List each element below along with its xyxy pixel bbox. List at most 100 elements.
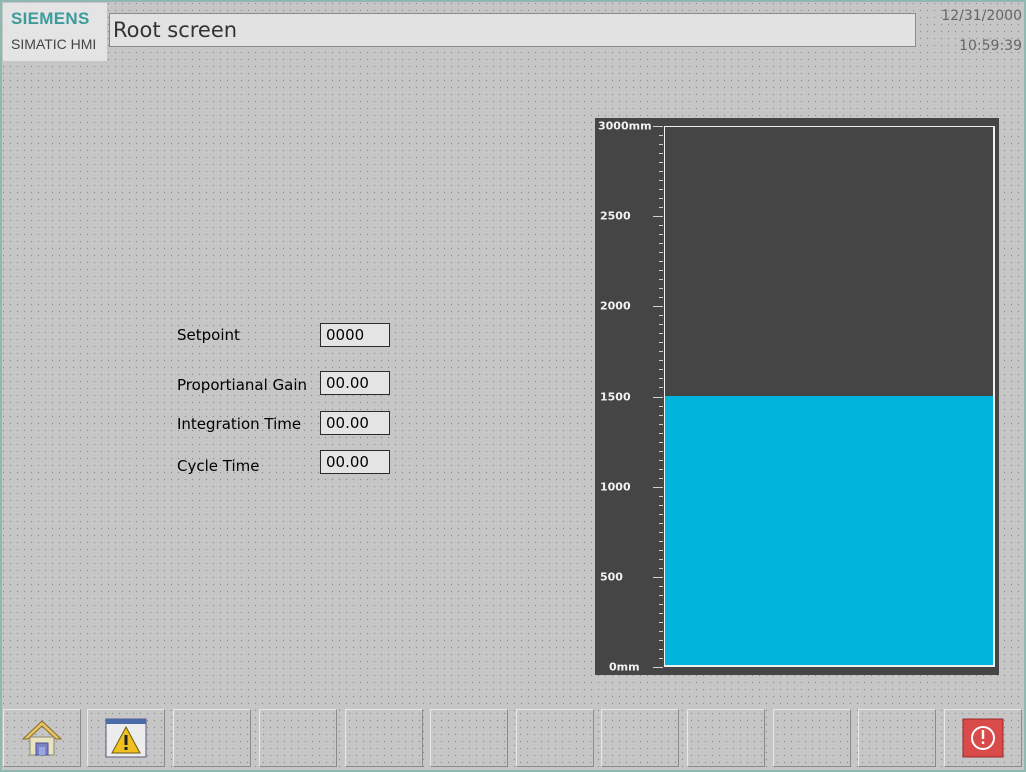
scale-label: 2000 (600, 299, 631, 313)
scale-tick (659, 387, 663, 388)
scale-tick (659, 261, 663, 262)
scale-tick (659, 270, 663, 271)
scale-tick (653, 126, 663, 127)
scale-tick (659, 153, 663, 154)
time-display: 10:59:39 (959, 38, 1022, 54)
scale-tick (659, 478, 663, 479)
cycle-time-label: Cycle Time (177, 457, 260, 475)
scale-tick (653, 667, 663, 668)
scale-tick (659, 523, 663, 524)
scale-tick (659, 442, 663, 443)
scale-tick (659, 288, 663, 289)
scale-tick (659, 586, 663, 587)
scale-tick (659, 135, 663, 136)
screen-title-bar: Root screen (109, 13, 916, 47)
function-key-3[interactable] (173, 709, 251, 767)
scale-tick (659, 514, 663, 515)
scale-tick (659, 451, 663, 452)
scale-tick (659, 550, 663, 551)
alarm-button[interactable] (87, 709, 165, 767)
function-key-7[interactable] (516, 709, 594, 767)
scale-tick (659, 234, 663, 235)
scale-tick (659, 541, 663, 542)
stop-button[interactable] (944, 709, 1022, 767)
function-key-5[interactable] (345, 709, 423, 767)
scale-tick (659, 595, 663, 596)
function-key-10[interactable] (773, 709, 851, 767)
scale-tick (659, 649, 663, 650)
scale-label: 3000mm (598, 119, 652, 133)
scale-label: 1500 (600, 390, 631, 403)
scale-tick (659, 315, 663, 316)
scale-label: 2500 (600, 209, 631, 223)
function-key-11[interactable] (858, 709, 936, 767)
scale-tick (659, 279, 663, 280)
scale-tick (659, 297, 663, 298)
screen-title: Root screen (113, 18, 238, 42)
scale-tick (659, 189, 663, 190)
scale-tick (659, 613, 663, 614)
level-gauge: 3000mm 2500 2000 1500 1000 500 0mm (595, 118, 999, 675)
function-key-8[interactable] (601, 709, 679, 767)
integration-time-input[interactable]: 00.00 (320, 411, 390, 435)
scale-tick (659, 333, 663, 334)
cycle-time-input[interactable]: 00.00 (320, 450, 390, 474)
gauge-level-fill (665, 396, 993, 665)
scale-tick (659, 171, 663, 172)
scale-tick (659, 415, 663, 416)
scale-tick (659, 207, 663, 208)
scale-tick (659, 433, 663, 434)
scale-tick (659, 180, 663, 181)
stop-icon (962, 718, 1004, 758)
siemens-logo-panel: SIEMENS SIMATIC HMI (3, 3, 107, 61)
scale-tick (659, 378, 663, 379)
scale-tick (653, 216, 663, 217)
scale-tick (659, 406, 663, 407)
scale-label: 0mm (609, 660, 640, 674)
product-name: SIMATIC HMI (11, 36, 97, 52)
scale-tick (659, 225, 663, 226)
function-key-6[interactable] (430, 709, 508, 767)
proportional-gain-label: Proportianal Gain (177, 376, 308, 394)
scale-tick (659, 631, 663, 632)
alarm-warning-icon (105, 718, 147, 758)
scale-tick (653, 577, 663, 578)
scale-tick (659, 162, 663, 163)
setpoint-input[interactable]: 0000 (320, 323, 390, 347)
scale-tick (659, 252, 663, 253)
scale-tick (653, 306, 663, 307)
scale-tick (659, 243, 663, 244)
scale-tick (659, 342, 663, 343)
scale-tick (659, 559, 663, 560)
scale-tick (659, 658, 663, 659)
integration-time-label: Integration Time (177, 415, 302, 433)
scale-tick (659, 351, 663, 352)
home-button[interactable] (3, 709, 81, 767)
scale-tick (653, 487, 663, 488)
scale-tick (659, 198, 663, 199)
scale-tick (659, 622, 663, 623)
scale-tick (659, 568, 663, 569)
gauge-bar (664, 126, 995, 667)
date-display: 12/31/2000 (941, 8, 1022, 24)
setpoint-label: Setpoint (177, 326, 240, 344)
scale-tick (659, 469, 663, 470)
scale-tick (659, 369, 663, 370)
function-key-4[interactable] (259, 709, 337, 767)
brand-name: SIEMENS (11, 9, 90, 28)
scale-tick (659, 640, 663, 641)
home-icon (21, 720, 63, 756)
scale-label: 1000 (600, 480, 631, 494)
scale-tick (659, 424, 663, 425)
scale-tick (659, 324, 663, 325)
scale-tick (659, 505, 663, 506)
scale-tick (659, 604, 663, 605)
scale-tick (659, 460, 663, 461)
scale-tick (659, 360, 663, 361)
scale-tick (653, 397, 663, 398)
scale-tick (659, 496, 663, 497)
scale-tick (659, 144, 663, 145)
scale-tick (659, 532, 663, 533)
function-key-9[interactable] (687, 709, 765, 767)
proportional-gain-input[interactable]: 00.00 (320, 371, 390, 395)
